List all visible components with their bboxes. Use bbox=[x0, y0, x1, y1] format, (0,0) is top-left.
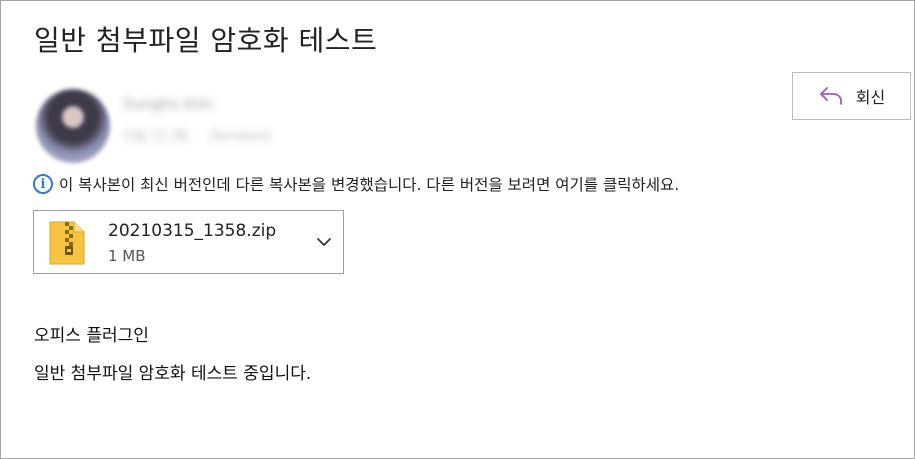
zip-file-icon bbox=[48, 220, 86, 270]
reply-arrow-icon bbox=[818, 85, 844, 107]
reply-button[interactable]: 회신 bbox=[792, 72, 911, 120]
chevron-down-icon[interactable] bbox=[316, 233, 332, 252]
sender-meta-date: 오늘 11:36 bbox=[123, 129, 189, 144]
sender-name[interactable]: Sungho Kim bbox=[123, 95, 290, 113]
info-banner[interactable]: i 이 복사본이 최신 버전인데 다른 복사본을 변경했습니다. 다른 버전을 … bbox=[33, 171, 679, 197]
body-line-2: 일반 첨부파일 암호화 테스트 중입니다. bbox=[34, 364, 312, 384]
sender-meta-recipient: Someone bbox=[210, 129, 272, 144]
attachment-filename: 20210315_1358.zip bbox=[108, 221, 277, 241]
info-banner-text[interactable]: 이 복사본이 최신 버전인데 다른 복사본을 변경했습니다. 다른 버전을 보려… bbox=[59, 173, 679, 195]
attachment-card[interactable]: 20210315_1358.zip 1 MB bbox=[33, 210, 344, 274]
message-subject: 일반 첨부파일 암호화 테스트 bbox=[34, 24, 378, 57]
sender-meta: 오늘 11:36 Someone bbox=[123, 125, 290, 144]
body-line-1: 오피스 플러그인 bbox=[34, 326, 149, 346]
attachment-size: 1 MB bbox=[108, 247, 146, 265]
message-reading-pane: 일반 첨부파일 암호화 테스트 Sungho Kim 오늘 11:36 Some… bbox=[0, 0, 915, 459]
info-icon: i bbox=[33, 174, 53, 194]
reply-button-label: 회신 bbox=[855, 88, 886, 107]
sender-info: Sungho Kim 오늘 11:36 Someone bbox=[123, 95, 290, 144]
avatar[interactable] bbox=[36, 89, 110, 163]
